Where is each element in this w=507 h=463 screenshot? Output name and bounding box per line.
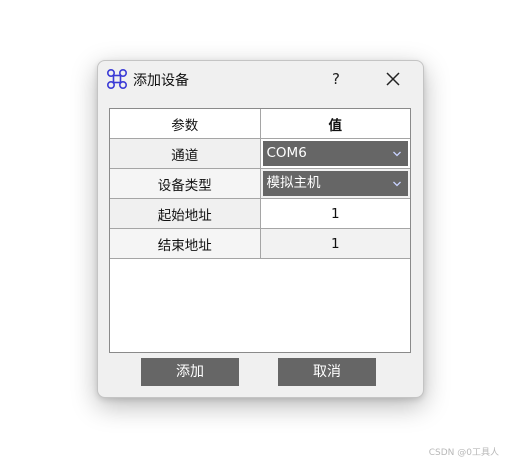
dialog-titlebar[interactable]: 添加设备 ? xyxy=(98,61,423,97)
row-label-channel: 通道 xyxy=(110,138,261,169)
table-header-row: 参数 值 xyxy=(110,109,410,139)
header-value: 值 xyxy=(259,109,410,139)
cancel-button[interactable]: 取消 xyxy=(278,358,376,386)
row-label-device-type: 设备类型 xyxy=(110,168,261,199)
command-icon xyxy=(106,68,128,90)
table-row: 结束地址 1 xyxy=(110,228,410,259)
row-label-end-address: 结束地址 xyxy=(110,228,261,259)
dialog-title: 添加设备 xyxy=(133,73,189,89)
table-row: 设备类型 模拟主机 xyxy=(110,168,410,199)
end-address-cell[interactable]: 1 xyxy=(259,228,410,259)
parameter-table: 参数 值 通道 COM6 设备类型 模拟主机 起始地址 1 结束地址 1 xyxy=(110,109,410,259)
watermark: CSDN @0工具人 xyxy=(428,448,499,458)
channel-cell: COM6 xyxy=(259,138,410,169)
close-button[interactable] xyxy=(381,67,405,91)
chevron-down-icon xyxy=(393,181,401,187)
device-type-cell: 模拟主机 xyxy=(259,168,410,199)
device-type-select[interactable]: 模拟主机 xyxy=(262,171,408,196)
chevron-down-icon xyxy=(393,151,401,157)
add-button[interactable]: 添加 xyxy=(141,358,239,386)
parameter-grid: 参数 值 通道 COM6 设备类型 模拟主机 起始地址 1 结束地址 1 xyxy=(109,108,411,353)
add-device-dialog: 添加设备 ? 参数 值 通道 COM6 设备类型 模拟主机 起始地址 1 结束地… xyxy=(97,60,424,398)
channel-value: COM6 xyxy=(266,145,307,161)
table-row: 通道 COM6 xyxy=(110,138,410,169)
device-type-value: 模拟主机 xyxy=(266,175,321,191)
row-label-start-address: 起始地址 xyxy=(110,198,261,229)
help-button[interactable]: ? xyxy=(324,67,348,91)
table-row: 起始地址 1 xyxy=(110,198,410,229)
header-param: 参数 xyxy=(110,109,261,139)
close-icon xyxy=(386,72,400,86)
channel-select[interactable]: COM6 xyxy=(262,141,408,166)
start-address-cell[interactable]: 1 xyxy=(259,198,410,229)
